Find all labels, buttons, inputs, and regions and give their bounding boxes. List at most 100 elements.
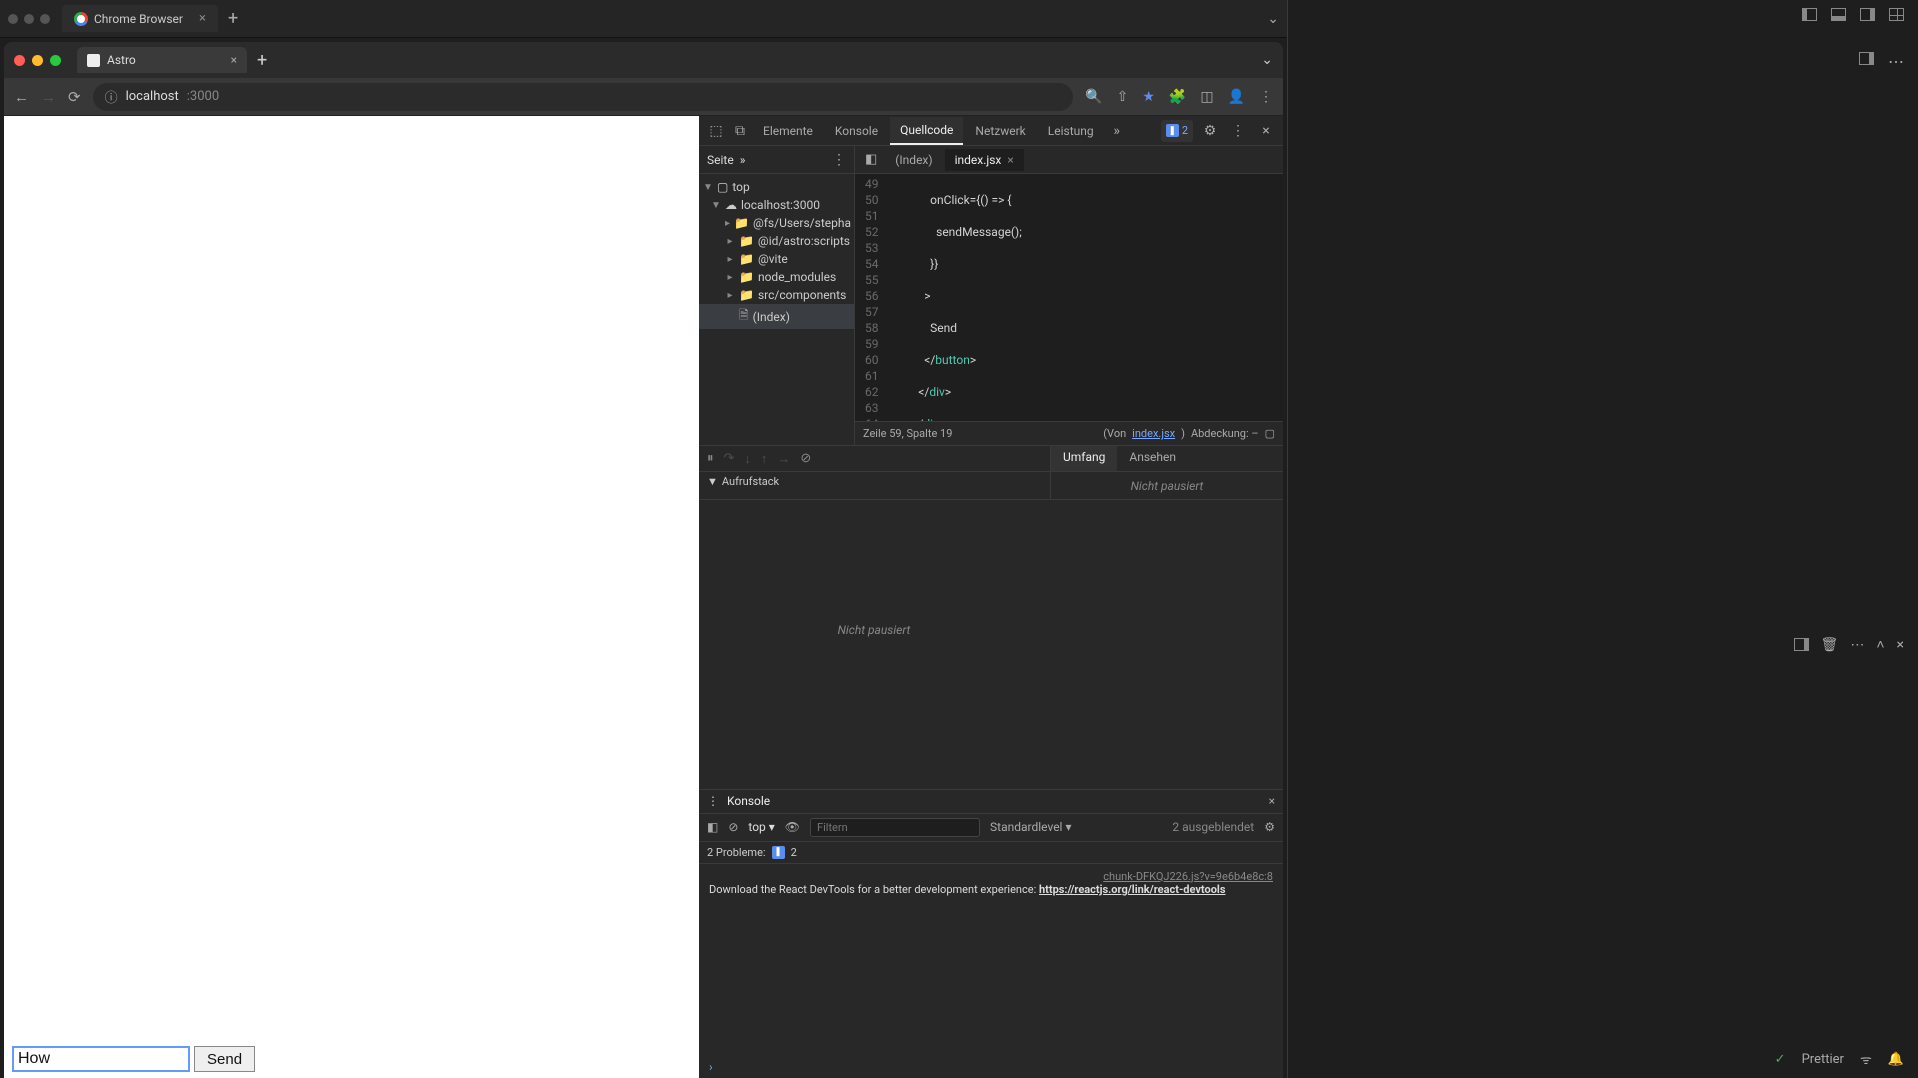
tree-folder[interactable]: ▸📁@fs/Users/stepha (699, 214, 854, 232)
browser-tab-astro[interactable]: Astro × (77, 47, 247, 73)
hidden-count[interactable]: 2 ausgeblendet (1172, 820, 1254, 834)
bookmark-icon[interactable]: ★ (1142, 89, 1155, 105)
step-out-icon[interactable]: ↑ (761, 451, 768, 467)
inspect-icon[interactable]: ⬚ (705, 120, 727, 142)
url-host: localhost (126, 89, 179, 104)
close-icon[interactable]: × (1897, 637, 1904, 653)
back-icon[interactable]: ← (14, 88, 29, 106)
tree-file-index[interactable]: 🗎(Index) (699, 304, 854, 329)
step-into-icon[interactable]: ↓ (744, 451, 751, 467)
code-lines: onClick={() => { sendMessage(); }} > Sen… (885, 174, 1195, 421)
url-bar[interactable]: ⓘ localhost :3000 (93, 83, 1074, 111)
tab-performance[interactable]: Leistung (1038, 118, 1104, 144)
chevron-up-icon[interactable]: ˄ (1876, 636, 1884, 653)
tree-folder[interactable]: ▸📁src/components (699, 286, 854, 304)
sidebar-toggle-icon[interactable]: ◧ (707, 820, 718, 834)
site-info-icon[interactable]: ⓘ (105, 87, 118, 106)
more-tabs-icon[interactable]: » (1106, 120, 1128, 142)
line-gutter: 4950515253545556575859606162636465666768 (855, 174, 885, 421)
settings-icon[interactable]: ⚙ (1199, 120, 1221, 142)
step-icon[interactable]: → (777, 451, 790, 467)
terminal-panel-icon[interactable] (1794, 638, 1809, 651)
close-icon[interactable]: × (199, 11, 206, 26)
show-navigator-icon[interactable]: ◧ (859, 152, 883, 167)
live-expression-icon[interactable]: 👁 (785, 820, 800, 834)
cursor-position: Zeile 59, Spalte 19 (863, 427, 952, 440)
device-toggle-icon[interactable]: ⧉ (729, 120, 751, 142)
browser-toolbar: ← → ⟳ ⓘ localhost :3000 🔍 ⇧ ★ 🧩 ◫ 👤 ⋮ (4, 78, 1283, 116)
source-link[interactable]: index.jsx (1132, 427, 1175, 440)
panel-toggle-icon[interactable] (1859, 52, 1874, 65)
log-level-selector[interactable]: Standardlevel ▾ (990, 820, 1071, 834)
sidebar-more-icon[interactable]: » (740, 153, 746, 167)
tabs-chevron-icon[interactable]: ⌄ (1267, 11, 1279, 27)
sidepanel-icon[interactable]: ◫ (1200, 89, 1213, 105)
code-tab-indexjsx[interactable]: index.jsx× (945, 149, 1024, 171)
send-button[interactable]: Send (194, 1046, 255, 1072)
tab-console[interactable]: Konsole (825, 118, 888, 144)
console-drawer: ⋮ Konsole × ◧ ⊘ top ▾ 👁 Standardlevel ▾ … (699, 789, 1283, 1078)
kebab-icon[interactable]: ⋮ (1227, 120, 1249, 142)
tree-top[interactable]: ▼▢top (699, 178, 854, 196)
layout-right-icon[interactable] (1860, 8, 1875, 21)
forward-icon: → (41, 88, 56, 106)
trash-icon[interactable]: 🗑 (1821, 637, 1839, 653)
url-port: :3000 (187, 89, 219, 104)
clear-console-icon[interactable]: ⊘ (728, 820, 738, 834)
console-prompt[interactable]: › (699, 1056, 1283, 1078)
layout-bottom-icon[interactable] (1831, 8, 1846, 21)
problems-bar[interactable]: 2 Probleme: ❚ 2 (699, 842, 1283, 864)
bell-icon[interactable]: 🔔 (1888, 1052, 1904, 1067)
context-selector[interactable]: top ▾ (748, 820, 774, 834)
favicon-icon (87, 54, 100, 67)
pause-icon[interactable]: ⏸ (707, 451, 714, 466)
tab-network[interactable]: Netzwerk (965, 118, 1035, 144)
close-icon[interactable]: × (1007, 153, 1013, 167)
new-tab-icon[interactable]: + (257, 50, 267, 71)
close-devtools-icon[interactable]: × (1255, 120, 1277, 142)
reload-icon[interactable]: ⟳ (68, 88, 81, 106)
tree-folder[interactable]: ▸📁@vite (699, 250, 854, 268)
tree-host[interactable]: ▼☁localhost:3000 (699, 196, 854, 214)
code-body[interactable]: 4950515253545556575859606162636465666768… (855, 174, 1283, 421)
watch-tab[interactable]: Ansehen (1117, 446, 1188, 471)
layout-left-icon[interactable] (1802, 8, 1817, 21)
console-filter-input[interactable] (810, 818, 980, 837)
more-icon[interactable]: ⋯ (1888, 52, 1904, 71)
coverage-toggle-icon[interactable]: ▢ (1265, 427, 1275, 440)
tab-list-chevron-icon[interactable]: ⌄ (1261, 52, 1273, 68)
broadcast-icon[interactable]: ᯤ (1860, 1050, 1872, 1068)
outer-tab-chrome[interactable]: Chrome Browser × (62, 5, 218, 32)
more-icon[interactable]: ⋯ (1850, 637, 1864, 653)
tree-folder[interactable]: ▸📁node_modules (699, 268, 854, 286)
deactivate-breakpoints-icon[interactable]: ⊘ (800, 451, 811, 466)
message-input[interactable] (12, 1046, 190, 1072)
zoom-icon[interactable]: 🔍 (1085, 89, 1102, 105)
issues-badge[interactable]: ❚2 (1161, 120, 1193, 142)
console-title: Konsole (727, 794, 770, 808)
layout-grid-icon[interactable] (1889, 8, 1904, 21)
sidebar-kebab-icon[interactable]: ⋮ (832, 152, 846, 168)
menu-icon[interactable]: ⋮ (1259, 89, 1273, 105)
window-controls[interactable] (14, 55, 61, 66)
extensions-icon[interactable]: 🧩 (1169, 89, 1186, 105)
scope-not-paused: Nicht pausiert (1051, 472, 1283, 499)
console-kebab-icon[interactable]: ⋮ (707, 794, 719, 808)
console-url-link[interactable]: https://reactjs.org/link/react-devtools (1039, 883, 1226, 896)
code-tab-index[interactable]: (Index) (885, 149, 942, 171)
tree-folder[interactable]: ▸📁@id/astro:scripts (699, 232, 854, 250)
add-tab-icon[interactable]: + (228, 8, 238, 29)
prettier-status[interactable]: Prettier (1802, 1052, 1844, 1067)
step-over-icon[interactable]: ↷ (724, 451, 735, 466)
close-drawer-icon[interactable]: × (1269, 794, 1275, 808)
profile-icon[interactable]: 👤 (1228, 89, 1245, 105)
tab-elements[interactable]: Elemente (753, 118, 823, 144)
close-icon[interactable]: × (231, 53, 237, 67)
tab-sources[interactable]: Quellcode (890, 117, 963, 145)
share-icon[interactable]: ⇧ (1117, 89, 1129, 105)
scope-tab[interactable]: Umfang (1051, 446, 1117, 471)
coverage-label: Abdeckung: – (1191, 427, 1259, 440)
console-settings-icon[interactable]: ⚙ (1264, 820, 1275, 834)
console-source-link[interactable]: chunk-DFKQJ226.js?v=9e6b4e8c:8 (709, 870, 1273, 883)
page-content: Send (4, 116, 699, 1078)
